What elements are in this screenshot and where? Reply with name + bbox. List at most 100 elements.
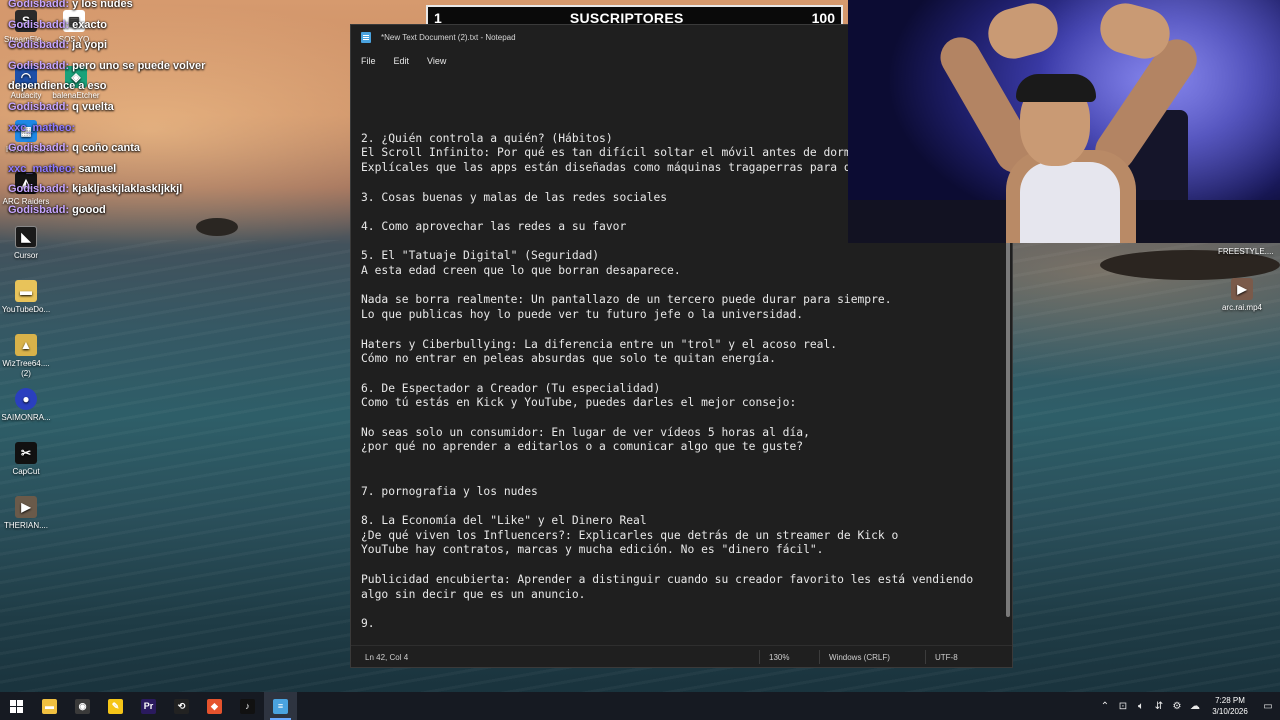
obs-studio-icon: ◉	[75, 698, 90, 714]
taskbar-obs-studio[interactable]: ◉	[66, 692, 99, 720]
status-divider	[759, 650, 760, 664]
menu-file[interactable]: File	[361, 56, 376, 66]
chat-message: Godisbadd: ja yopi	[8, 35, 248, 56]
chat-text: goood	[72, 203, 106, 216]
menu-view[interactable]: View	[427, 56, 446, 66]
menu-edit[interactable]: Edit	[394, 56, 410, 66]
chat-username: Godisbadd:	[8, 18, 70, 31]
speaker-icon[interactable]: 🔈︎	[1132, 701, 1150, 712]
taskbar-premiere-pro[interactable]: Pr	[132, 692, 165, 720]
video-file-icon: ▶	[15, 496, 37, 518]
wallpaper-rock	[196, 218, 238, 236]
text-line: Haters y Ciberbullying: La diferencia en…	[361, 337, 838, 351]
text-line: ¿De qué viven los Influencers?: Explicar…	[361, 528, 899, 542]
desktop-icon-arc-rai-mp4[interactable]: ▶ arc.rai.mp4	[1216, 278, 1268, 313]
webcam-feed	[848, 0, 1280, 243]
chat-text: ja yopi	[72, 39, 108, 52]
status-divider	[925, 650, 926, 664]
text-line: 9.	[361, 616, 375, 630]
desktop-icon-saimonra[interactable]: ● SAIMONRA...	[0, 388, 52, 423]
taskbar-clock[interactable]: 7:28 PM 3/10/2026	[1204, 695, 1256, 717]
tiktok-icon: ♪	[240, 698, 255, 714]
notepad-icon: ≡	[273, 698, 288, 714]
chat-username: Godisbadd:	[8, 100, 70, 113]
text-line	[361, 499, 1000, 514]
wiztree-icon: ▲	[15, 334, 37, 356]
window-title: *New Text Document (2).txt - Notepad	[381, 32, 516, 42]
chat-message: Godisbadd: y los nudes	[8, 0, 248, 15]
text-line	[361, 411, 1000, 426]
text-line: No seas solo un consumidor: En lugar de …	[361, 425, 810, 439]
network-icon[interactable]: ⊡	[1114, 701, 1132, 712]
chat-username: xxc_matheo:	[8, 121, 76, 134]
taskbar-tiktok[interactable]: ♪	[231, 692, 264, 720]
saimonra-icon: ●	[15, 388, 37, 410]
chat-message: Godisbadd: exacto	[8, 15, 248, 36]
taskbar-sticky-notes[interactable]: ✎	[99, 692, 132, 720]
chat-message: Godisbadd: pero uno se puede volver	[8, 56, 248, 77]
text-line: 8. La Economía del "Like" y el Dinero Re…	[361, 513, 647, 527]
desktop-icon-capcut[interactable]: ✂ CapCut	[0, 442, 52, 477]
taskbar-notepad[interactable]: ≡	[264, 692, 297, 720]
taskbar-file-explorer[interactable]: ▬	[33, 692, 66, 720]
chat-message: Godisbadd: goood	[8, 200, 248, 221]
desktop-icon-youtubedo[interactable]: ▬ YouTubeDo...	[0, 280, 52, 315]
text-line	[361, 470, 1000, 485]
text-line: ¿por qué no aprender a editarlos o a com…	[361, 440, 804, 454]
chat-message: Godisbadd: q coño canta	[8, 138, 248, 159]
desktop-icon-wiztree[interactable]: ▲ WizTree64.... (2)	[0, 334, 52, 379]
video-file-icon: ▶	[1231, 278, 1253, 300]
windows-logo-icon	[10, 699, 23, 713]
sticky-notes-icon: ✎	[108, 698, 123, 714]
cursor-position: Ln 42, Col 4	[365, 653, 409, 662]
text-line: A esta edad creen que lo que borran desa…	[361, 264, 681, 278]
text-line: YouTube hay contratos, marcas y mucha ed…	[361, 543, 824, 557]
text-line: Cómo no entrar en peleas absurdas que so…	[361, 352, 776, 366]
status-bar: Ln 42, Col 4 130% Windows (CRLF) UTF-8	[351, 645, 1012, 667]
chat-text: pero uno se puede volver	[72, 59, 206, 72]
clock-date: 3/10/2026	[1212, 707, 1248, 716]
text-line: 7. pornografia y los nudes	[361, 484, 538, 498]
taskbar-brave-browser[interactable]: ◆	[198, 692, 231, 720]
chat-username: Godisbadd:	[8, 203, 70, 216]
text-line	[361, 602, 1000, 617]
chat-username: Godisbadd:	[8, 0, 70, 10]
folder-icon: ▬	[15, 280, 37, 302]
text-line: 6. De Espectador a Creador (Tu especiali…	[361, 381, 661, 395]
taskbar-capcut[interactable]: ⟲	[165, 692, 198, 720]
stream-chat-overlay: Godisbadd: y los nudes Godisbadd: exacto G…	[8, 0, 248, 221]
capcut-icon: ✂	[15, 442, 37, 464]
desktop-icon-therian[interactable]: ▶ THERIAN....	[0, 496, 52, 531]
status-divider	[819, 650, 820, 664]
taskbar-apps: ▬ ◉ ✎ Pr ⟲ ◆ ♪ ≡	[33, 692, 297, 720]
chat-username: Godisbadd:	[8, 183, 70, 196]
zoom-level: 130%	[769, 653, 790, 662]
desktop-icon-cursor[interactable]: ◣ Cursor	[0, 226, 52, 261]
cloud-icon[interactable]: ☁	[1186, 701, 1204, 712]
text-line: Como tú estás en Kick y YouTube, puedes …	[361, 396, 797, 410]
cursor-icon: ◣	[15, 226, 37, 248]
text-line	[361, 632, 1000, 645]
sync-icon[interactable]: ⇵	[1150, 701, 1168, 712]
chat-text: q vuelta	[72, 100, 114, 113]
start-button[interactable]	[0, 692, 33, 720]
text-line	[361, 455, 1000, 470]
chat-text: kjakljaskjlaklaskljkkjl	[72, 183, 183, 196]
chat-text: exacto	[72, 18, 108, 31]
text-line: Nada se borra realmente: Un pantallazo d…	[361, 293, 892, 307]
gear-icon[interactable]: ⚙	[1168, 701, 1186, 712]
chevron-up-icon[interactable]: ⌃	[1096, 701, 1114, 712]
text-line: 5. El "Tatuaje Digital" (Seguridad)	[361, 249, 600, 263]
notepad-icon	[361, 31, 371, 43]
notifications-icon[interactable]: ▭	[1256, 701, 1280, 712]
capcut-icon: ⟲	[174, 698, 189, 714]
chat-message: Godisbadd: q vuelta	[8, 97, 248, 118]
system-tray: ⌃ ⊡ 🔈︎ ⇵ ⚙ ☁ 7:28 PM 3/10/2026 ▭	[1096, 692, 1280, 720]
chat-message: xxc_matheo: samuel	[8, 159, 248, 180]
desktop-icon-freestyle[interactable]: FREESTYLE....	[1218, 247, 1274, 256]
chat-text: samuel	[78, 162, 117, 175]
brave-browser-icon: ◆	[207, 698, 222, 714]
chat-message: xxc_matheo:	[8, 118, 248, 139]
chat-message: dependience a eso	[8, 76, 248, 97]
clock-time: 7:28 PM	[1215, 696, 1245, 705]
